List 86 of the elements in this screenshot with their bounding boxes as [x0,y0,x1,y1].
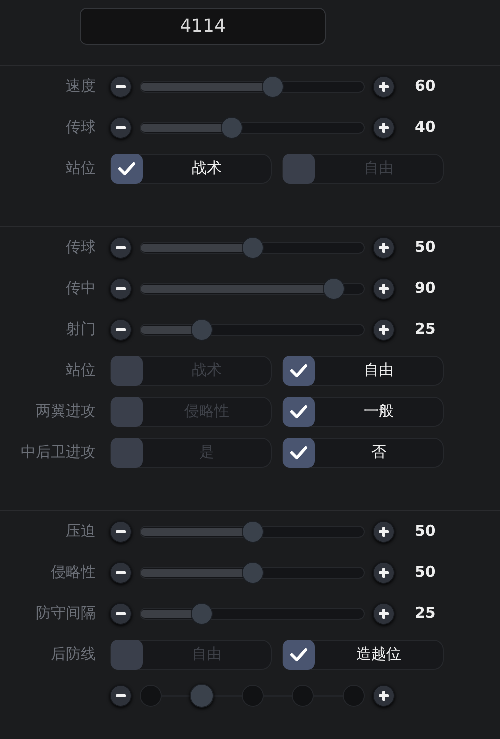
slider-thumb[interactable] [242,520,264,542]
value-reading: 40 [415,117,436,138]
checkbox-icon [111,396,143,426]
slider-thumb[interactable] [242,236,264,258]
row-label: 传球 [66,237,96,258]
slider-thumb[interactable] [190,602,213,624]
minus-button[interactable] [110,278,132,300]
slider-track[interactable] [140,560,365,584]
minus-button[interactable] [110,684,132,706]
option-toggle[interactable]: 一般 [282,396,444,426]
slider-track[interactable] [140,116,365,140]
plus-button[interactable] [373,684,395,706]
slider-thumb[interactable] [221,116,244,138]
slider-thumb[interactable] [322,278,345,300]
plus-button[interactable] [373,520,395,542]
plus-icon [378,608,390,620]
checked-checkbox-icon [283,356,315,386]
option-toggle[interactable]: 战术 [110,154,272,184]
checkbox-icon [111,438,143,468]
plus-icon [378,282,390,294]
minus-button[interactable] [110,236,132,258]
row-label: 两翼进攻 [36,401,96,422]
plus-icon [378,80,390,92]
minus-button[interactable] [110,116,132,138]
value-reading: 90 [415,278,436,300]
row-label: 侵略性 [51,562,96,584]
plus-button[interactable] [373,562,395,584]
row-label: 后防线 [51,644,96,666]
row-label: 站位 [66,158,96,180]
row-label: 速度 [66,76,96,98]
row-label: 中后卫进攻 [21,442,96,464]
plus-button[interactable] [373,602,395,624]
plus-button[interactable] [373,76,395,98]
value-reading: 50 [415,562,436,584]
slider-track[interactable] [140,318,365,342]
checkbox-icon [111,356,143,386]
plus-button[interactable] [373,278,395,300]
slider-thumb[interactable] [242,562,264,584]
plus-button[interactable] [373,236,395,258]
checkbox-icon [283,154,315,184]
slider-thumb[interactable] [190,318,213,340]
value-reading: 50 [415,237,436,258]
slider-track[interactable] [140,276,365,300]
minus-button[interactable] [110,562,132,584]
minus-button[interactable] [110,520,132,542]
step-thumb[interactable] [190,684,214,708]
plus-icon [378,566,390,578]
checked-checkbox-icon [111,154,143,184]
slider-track[interactable] [140,520,365,544]
row-label: 传球 [66,117,96,138]
row-label: 防守间隔 [36,603,96,624]
value-reading: 25 [415,319,436,340]
plus-icon [378,242,390,254]
row-label: 传中 [66,278,96,300]
step-notch [140,684,162,706]
checked-checkbox-icon [283,396,315,426]
checked-checkbox-icon [283,438,315,468]
slider-track[interactable] [140,602,365,626]
row-label: 压迫 [66,521,96,542]
step-notch [343,684,365,706]
step-track[interactable] [140,684,365,708]
plus-button[interactable] [373,318,395,340]
plus-icon [378,526,390,538]
row-label: 站位 [66,360,96,382]
value-reading: 25 [415,603,436,624]
minus-button[interactable] [110,76,132,98]
plus-icon [378,122,390,134]
option-toggle[interactable]: 否 [282,438,444,468]
row-label: 射门 [66,319,96,340]
option-toggle[interactable]: 造越位 [282,640,444,670]
checkbox-icon [111,640,143,670]
value-reading: 60 [415,76,436,98]
slider-thumb[interactable] [262,76,284,98]
step-notch [292,684,314,706]
checked-checkbox-icon [283,640,315,670]
option-toggle[interactable]: 自由 [282,356,444,386]
minus-button[interactable] [110,318,132,340]
minus-button[interactable] [110,602,132,624]
plus-icon [378,324,390,336]
formation-field[interactable]: 4114 [80,8,326,45]
plus-icon [378,690,390,702]
step-notch [242,684,264,706]
plus-button[interactable] [373,116,395,138]
value-reading: 50 [415,521,436,542]
slider-track[interactable] [140,236,365,260]
slider-track[interactable] [140,74,365,98]
